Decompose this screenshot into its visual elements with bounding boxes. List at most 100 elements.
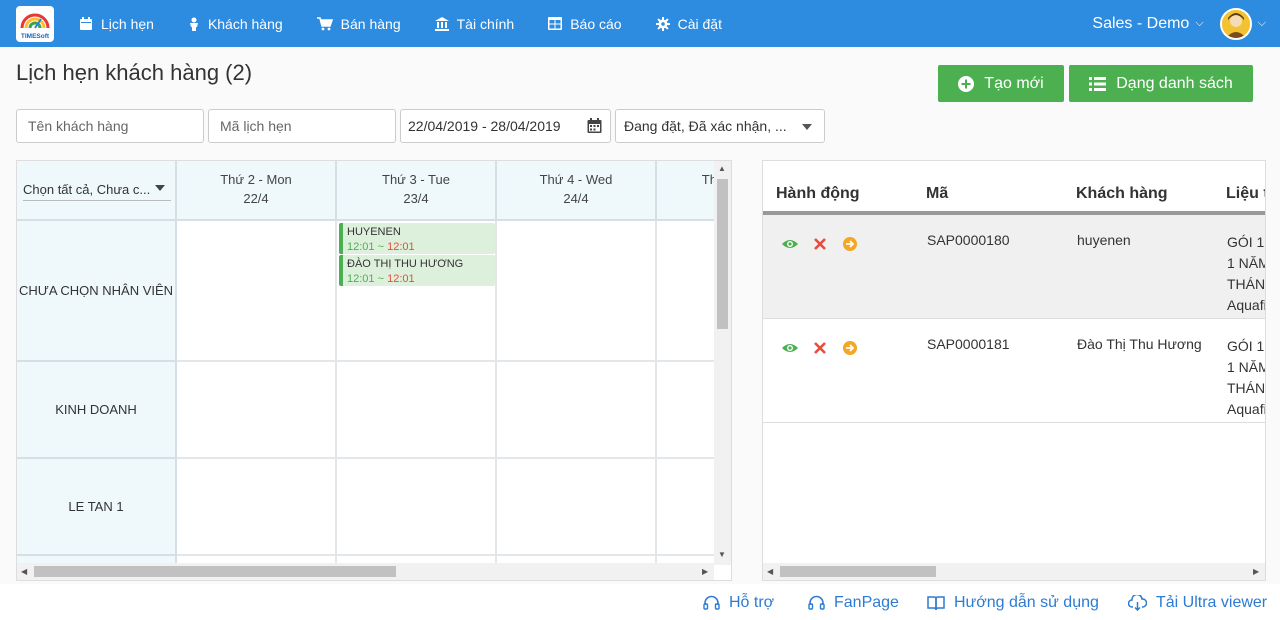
support-label: Hỗ trợ: [729, 594, 775, 611]
date-range-value: 22/04/2019 - 28/04/2019: [408, 118, 561, 134]
page-title: Lịch hẹn khách hàng (2): [16, 60, 253, 85]
user-guide-label: Hướng dẫn sử dụng: [954, 594, 1099, 611]
customer-name-filter: [16, 109, 204, 143]
arrow-right-circle-icon[interactable]: [842, 236, 858, 252]
table-row[interactable]: SAP0000180 huyenen GÓI 1 1 NĂM THÁNG Aqu…: [763, 215, 1265, 319]
list-view-button[interactable]: Dạng danh sách: [1069, 65, 1253, 102]
cart-icon: [316, 16, 333, 30]
day-header: Thứ 4 - Wed 24/4: [497, 161, 657, 221]
gear-icon: [655, 16, 670, 31]
calendar-icon[interactable]: [587, 118, 602, 134]
eye-icon[interactable]: [782, 340, 798, 356]
staff-select-dropdown[interactable]: Chọn tất cả, Chưa c...: [23, 179, 171, 201]
book-icon: [927, 595, 945, 610]
svg-text:TIMESoft: TIMESoft: [21, 33, 50, 40]
appointment-list-panel: Hành động Mã Khách hàng Liệu trình SAP00…: [762, 160, 1266, 581]
scroll-right-icon[interactable]: ▶: [702, 567, 708, 576]
status-filter-select[interactable]: Đang đặt, Đã xác nhận, ...: [615, 109, 825, 143]
status-filter-value: Đang đặt, Đã xác nhận, ...: [624, 118, 787, 134]
nav-label: Lịch hẹn: [101, 15, 154, 32]
close-icon[interactable]: [812, 340, 828, 356]
staff-row-header: CHƯA CHỌN NHÂN VIÊN: [17, 221, 177, 362]
person-icon: [189, 17, 198, 31]
nav-item-sales[interactable]: Bán hàng: [300, 0, 418, 47]
customer-name: Đào Thị Thu Hương: [1077, 336, 1202, 352]
calendar-icon: [80, 16, 92, 30]
table-row[interactable]: SAP0000181 Đào Thị Thu Hương GÓI 1 1 NĂM…: [763, 319, 1265, 423]
user-menu[interactable]: Sales - Demo ⌵ ⌵: [1092, 0, 1266, 47]
nav-label: Tài chính: [456, 15, 515, 32]
list-view-button-label: Dạng danh sách: [1116, 74, 1233, 92]
scroll-down-icon[interactable]: ▼: [718, 550, 726, 559]
scroll-left-icon[interactable]: ◀: [767, 567, 773, 576]
timesoft-logo[interactable]: TIMESoft: [16, 6, 54, 42]
support-link[interactable]: Hỗ trợ: [703, 594, 774, 612]
scrollbar-thumb[interactable]: [780, 566, 936, 577]
schedule-cell[interactable]: [497, 362, 657, 459]
schedule-cell[interactable]: [497, 221, 657, 362]
nav-item-customers[interactable]: Khách hàng: [171, 0, 300, 47]
headset-icon: [808, 595, 825, 610]
staff-select-value: Chọn tất cả, Chưa c...: [23, 182, 151, 197]
schedule-cell[interactable]: [177, 221, 337, 362]
appointment-time: 12:01 ~ 12:01: [347, 273, 415, 285]
user-name: Sales - Demo: [1092, 14, 1190, 32]
schedule-panel: Chọn tất cả, Chưa c... Thứ 2 - Mon 22/4 …: [16, 160, 732, 581]
create-button-label: Tạo mới: [984, 74, 1044, 92]
nav-item-settings[interactable]: Cài đặt: [639, 0, 739, 47]
scroll-up-icon[interactable]: ▲: [718, 164, 726, 173]
schedule-cell[interactable]: [177, 362, 337, 459]
caret-down-icon: [802, 124, 812, 130]
caret-down-icon: [155, 185, 165, 191]
customer-name-input[interactable]: [28, 118, 192, 134]
fanpage-label: FanPage: [834, 594, 899, 611]
schedule-cell[interactable]: [497, 459, 657, 556]
appointment-card[interactable]: HUYENEN 12:01 ~ 12:01: [339, 223, 495, 254]
day-date: 22/4: [243, 191, 269, 206]
arrow-right-circle-icon[interactable]: [842, 340, 858, 356]
select-staff-cell: Chọn tất cả, Chưa c...: [17, 161, 177, 221]
schedule-cell[interactable]: [337, 362, 497, 459]
appointment-card[interactable]: ĐÀO THỊ THU HƯƠNG 12:01 ~ 12:01: [339, 255, 495, 286]
nav-label: Cài đặt: [677, 15, 722, 32]
nav-item-finance[interactable]: Tài chính: [418, 0, 532, 47]
plus-circle-icon: [958, 75, 975, 92]
scroll-left-icon[interactable]: ◀: [21, 567, 27, 576]
nav-item-reports[interactable]: Báo cáo: [531, 0, 638, 47]
schedule-cell[interactable]: HUYENEN 12:01 ~ 12:01 ĐÀO THỊ THU HƯƠNG …: [337, 221, 497, 362]
day-header: Thứ 3 - Tue 23/4: [337, 161, 497, 221]
scrollbar-thumb[interactable]: [717, 179, 728, 329]
staff-row-header: KINH DOANH: [17, 362, 177, 459]
scroll-right-icon[interactable]: ▶: [1253, 567, 1259, 576]
horizontal-scrollbar[interactable]: ◀ ▶: [763, 563, 1265, 580]
eye-icon[interactable]: [782, 236, 798, 252]
nav-label: Khách hàng: [207, 15, 283, 32]
date-range-filter[interactable]: 22/04/2019 - 28/04/2019: [400, 109, 611, 143]
column-header-action[interactable]: Hành động: [776, 185, 860, 203]
list-icon: [1089, 76, 1107, 91]
appointment-code: SAP0000181: [927, 336, 1010, 352]
ultraviewer-download-link[interactable]: Tải Ultra viewer: [1128, 594, 1267, 612]
day-header: Thứ 2 - Mon 22/4: [177, 161, 337, 221]
staff-row-header: LE TAN 1: [17, 459, 177, 556]
horizontal-scrollbar[interactable]: ◀ ▶: [17, 563, 714, 580]
fanpage-link[interactable]: FanPage: [808, 594, 899, 612]
user-guide-link[interactable]: Hướng dẫn sử dụng: [927, 594, 1099, 612]
nav-item-appointments[interactable]: Lịch hẹn: [62, 0, 171, 47]
scrollbar-thumb[interactable]: [34, 566, 396, 577]
avatar[interactable]: [1219, 7, 1252, 40]
appointment-code-input[interactable]: [220, 118, 384, 134]
headset-icon: [703, 595, 720, 610]
day-date: 24/4: [563, 191, 589, 206]
vertical-scrollbar[interactable]: ▲ ▼: [714, 161, 731, 565]
column-header-treatment[interactable]: Liệu trình: [1226, 185, 1265, 203]
appointment-customer: ĐÀO THỊ THU HƯƠNG: [347, 258, 464, 270]
column-header-customer[interactable]: Khách hàng: [1076, 185, 1168, 203]
close-icon[interactable]: [812, 236, 828, 252]
column-header-code[interactable]: Mã: [926, 185, 948, 203]
table-icon: [548, 17, 563, 30]
schedule-cell[interactable]: [337, 459, 497, 556]
create-button[interactable]: Tạo mới: [938, 65, 1064, 102]
day-date: 23/4: [403, 191, 429, 206]
schedule-cell[interactable]: [177, 459, 337, 556]
